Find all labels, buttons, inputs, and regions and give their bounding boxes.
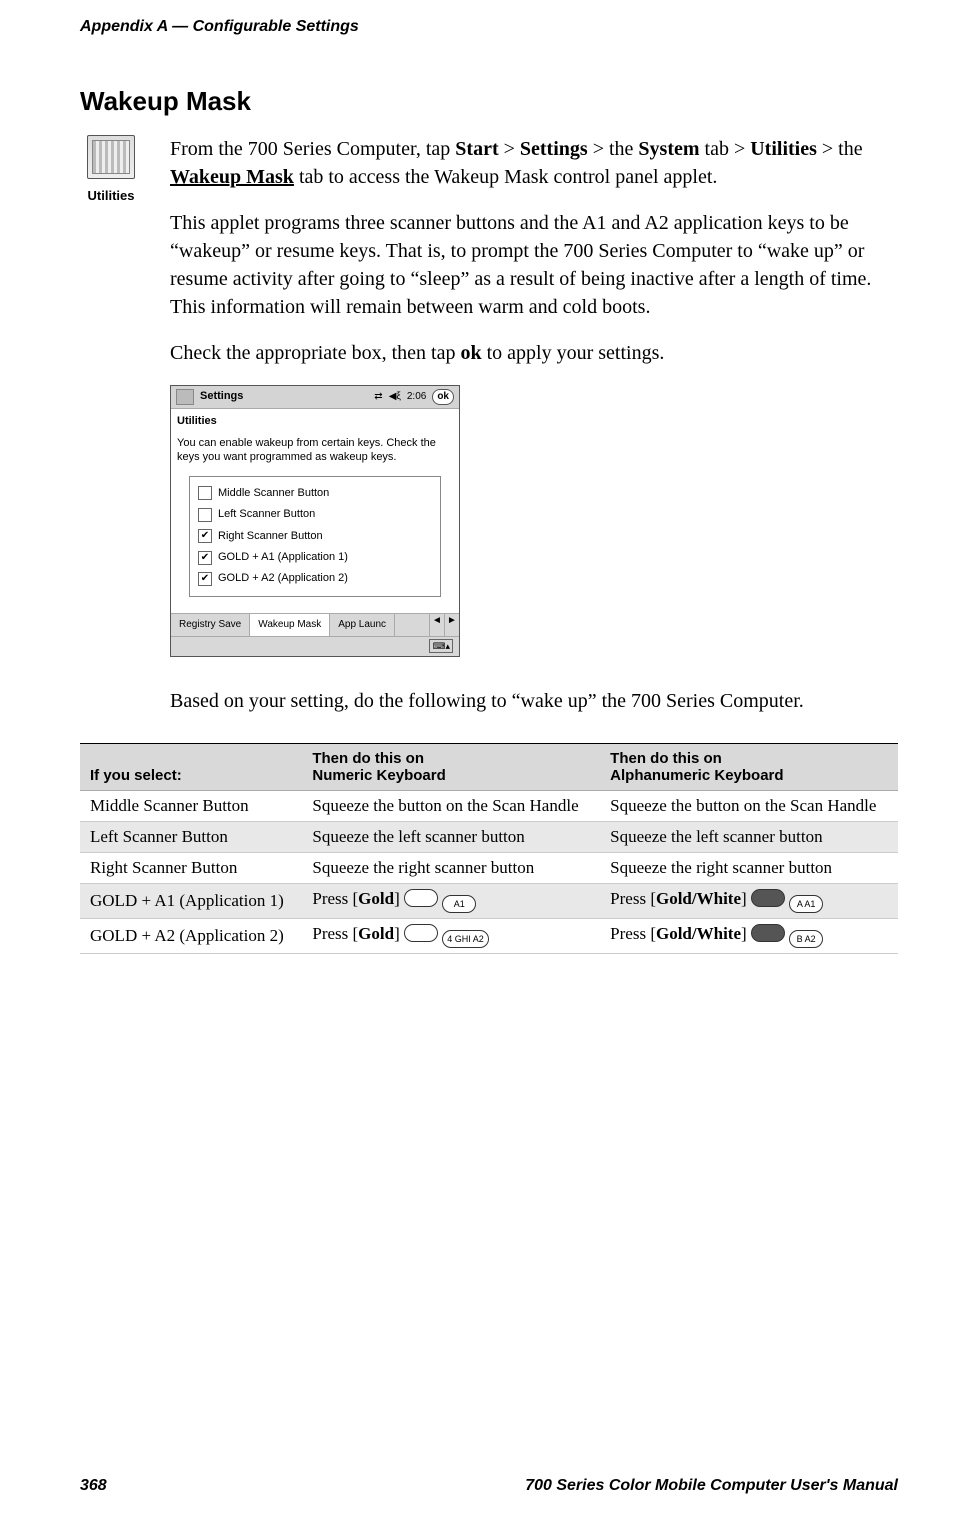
- ss-title: Settings: [200, 389, 243, 404]
- table-row: Left Scanner Button Squeeze the left sca…: [80, 822, 898, 853]
- ss-sip-bar: ⌨▴: [171, 636, 459, 656]
- ss-window: Settings ⇄ ◀ξ 2:06 ok Utilities You can …: [170, 385, 460, 657]
- section-heading: Wakeup Mask: [80, 86, 898, 117]
- gold-key-icon: [404, 889, 438, 907]
- cell: Press [Gold/White] A A1: [600, 884, 898, 919]
- paragraph-2: This applet programs three scanner butto…: [170, 209, 898, 321]
- ss-subtitle: Utilities: [171, 409, 459, 437]
- volume-icon: ◀ξ: [389, 390, 401, 404]
- p1-start: Start: [455, 138, 498, 160]
- keyboard-icon: ⌨▴: [429, 639, 453, 654]
- cell: Press [Gold] A1: [302, 884, 600, 919]
- wakeup-table: If you select: Then do this onNumeric Ke…: [80, 743, 898, 954]
- ss-checklist: Middle Scanner Button Left Scanner Butto…: [189, 476, 441, 597]
- cell: Middle Scanner Button: [80, 791, 302, 822]
- p1-gt2: > the: [588, 138, 639, 160]
- ss-check-item: ✔ GOLD + A2 (Application 2): [198, 568, 432, 589]
- p1-gt1: >: [499, 138, 520, 160]
- ss-tab-scroll: ◄►: [429, 614, 459, 636]
- checkbox-icon: ✔: [198, 529, 212, 543]
- ss-check-item: Left Scanner Button: [198, 504, 432, 525]
- ss-check-item: Middle Scanner Button: [198, 483, 432, 504]
- cell: Squeeze the left scanner button: [302, 822, 600, 853]
- p1-utilities: Utilities: [750, 138, 817, 160]
- key-icon: A1: [442, 895, 476, 913]
- ss-titlebar: Settings ⇄ ◀ξ 2:06 ok: [171, 386, 459, 409]
- ss-check-label: Middle Scanner Button: [218, 486, 329, 501]
- cell: Squeeze the button on the Scan Handle: [600, 791, 898, 822]
- embedded-screenshot: Settings ⇄ ◀ξ 2:06 ok Utilities You can …: [170, 385, 460, 657]
- cell: Right Scanner Button: [80, 853, 302, 884]
- table-row: Middle Scanner Button Squeeze the button…: [80, 791, 898, 822]
- paragraph-3: Check the appropriate box, then tap ok t…: [170, 339, 898, 367]
- ss-description: You can enable wakeup from certain keys.…: [171, 437, 459, 471]
- cell: GOLD + A2 (Application 2): [80, 919, 302, 954]
- start-flag-icon: [176, 389, 194, 405]
- cell: Squeeze the right scanner button: [600, 853, 898, 884]
- ss-tab-active: Wakeup Mask: [250, 614, 330, 636]
- checkbox-icon: ✔: [198, 551, 212, 565]
- p3-ok: ok: [460, 342, 481, 364]
- checkbox-icon: ✔: [198, 572, 212, 586]
- p1-system: System: [638, 138, 699, 160]
- ss-tab-strip: Registry Save Wakeup Mask App Launc ◄►: [171, 613, 459, 636]
- p1-b: tab >: [700, 138, 751, 160]
- utilities-icon: [87, 135, 135, 179]
- p3-b: to apply your settings.: [482, 342, 665, 364]
- page-number: 368: [80, 1477, 107, 1495]
- chevron-right-icon: ►: [444, 614, 459, 636]
- cell: Left Scanner Button: [80, 822, 302, 853]
- utilities-icon-label: Utilities: [80, 188, 142, 203]
- ss-tab: App Launc: [330, 614, 395, 636]
- th-alpha: Then do this onAlphanumeric Keyboard: [600, 744, 898, 791]
- th-numeric: Then do this onNumeric Keyboard: [302, 744, 600, 791]
- ss-time: 2:06: [407, 390, 426, 404]
- table-row: GOLD + A2 (Application 2) Press [Gold] 4…: [80, 919, 898, 954]
- checkbox-icon: [198, 508, 212, 522]
- cell: Squeeze the left scanner button: [600, 822, 898, 853]
- cell: Squeeze the button on the Scan Handle: [302, 791, 600, 822]
- p3-a: Check the appropriate box, then tap: [170, 342, 460, 364]
- p1-c: > the: [817, 138, 863, 160]
- ss-check-item: ✔ GOLD + A1 (Application 1): [198, 547, 432, 568]
- chevron-left-icon: ◄: [429, 614, 444, 636]
- table-row: GOLD + A1 (Application 1) Press [Gold] A…: [80, 884, 898, 919]
- ok-button: ok: [432, 389, 454, 405]
- manual-title: 700 Series Color Mobile Computer User's …: [525, 1477, 898, 1495]
- ss-tab: Registry Save: [171, 614, 250, 636]
- checkbox-icon: [198, 486, 212, 500]
- goldwhite-key-icon: [751, 924, 785, 942]
- cell: Press [Gold/White] B A2: [600, 919, 898, 954]
- cell: GOLD + A1 (Application 1): [80, 884, 302, 919]
- table-row: Right Scanner Button Squeeze the right s…: [80, 853, 898, 884]
- ss-check-label: Right Scanner Button: [218, 529, 323, 544]
- key-icon: A A1: [789, 895, 823, 913]
- ss-check-label: Left Scanner Button: [218, 507, 315, 522]
- ss-check-item: ✔ Right Scanner Button: [198, 526, 432, 547]
- p1-settings: Settings: [520, 138, 588, 160]
- paragraph-4: Based on your setting, do the following …: [170, 687, 898, 715]
- gold-key-icon: [404, 924, 438, 942]
- key-icon: 4 GHI A2: [442, 930, 489, 948]
- cell: Press [Gold] 4 GHI A2: [302, 919, 600, 954]
- running-head: Appendix A — Configurable Settings: [80, 18, 898, 36]
- goldwhite-key-icon: [751, 889, 785, 907]
- connectivity-icon: ⇄: [374, 390, 382, 404]
- page-footer: 368 700 Series Color Mobile Computer Use…: [80, 1477, 898, 1495]
- icon-column: Utilities: [80, 135, 142, 733]
- key-icon: B A2: [789, 930, 823, 948]
- th-select: If you select:: [80, 744, 302, 791]
- ss-check-label: GOLD + A2 (Application 2): [218, 571, 348, 586]
- intro-block: Utilities From the 700 Series Computer, …: [80, 135, 898, 733]
- text-column: From the 700 Series Computer, tap Start …: [170, 135, 898, 733]
- paragraph-1: From the 700 Series Computer, tap Start …: [170, 135, 898, 191]
- p1-wakeup: Wakeup Mask: [170, 166, 294, 188]
- p1-a: From the 700 Series Computer, tap: [170, 138, 455, 160]
- cell: Squeeze the right scanner button: [302, 853, 600, 884]
- p1-d: tab to access the Wakeup Mask control pa…: [294, 166, 717, 188]
- ss-check-label: GOLD + A1 (Application 1): [218, 550, 348, 565]
